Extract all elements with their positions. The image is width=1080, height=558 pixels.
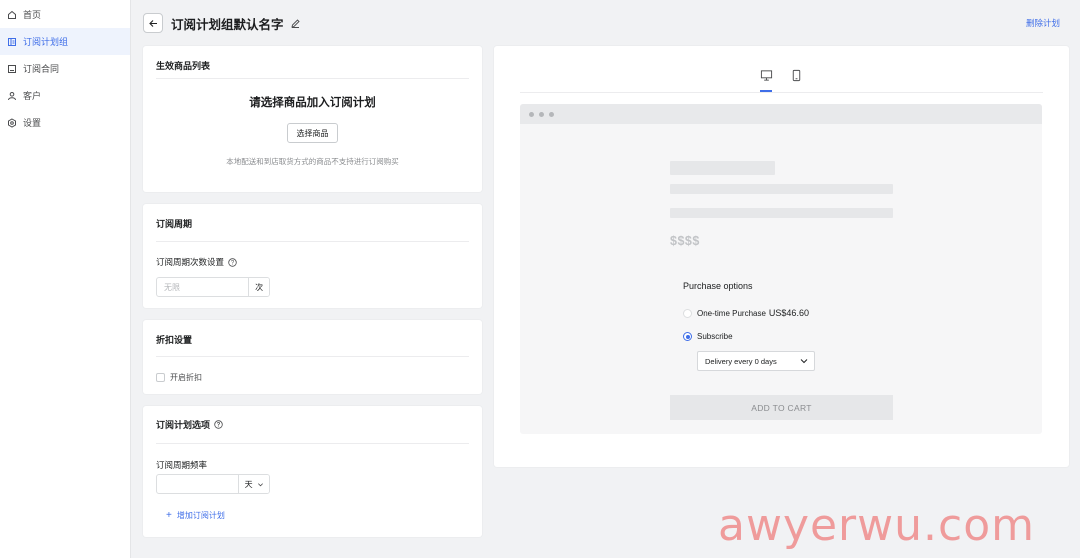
one-time-purchase-option[interactable]: One-time Purchase US$46.60 [683,308,809,318]
page-title: 订阅计划组默认名字 [171,17,284,32]
help-icon[interactable]: ? [214,420,223,429]
cycle-count-field-label: 订阅周期次数设置 ? [156,256,237,268]
window-dot [539,111,544,117]
card-title: 订阅周期 [156,219,193,229]
subscribe-radio[interactable] [683,332,692,341]
purchase-options-title: Purchase options [683,281,753,291]
page-header: 订阅计划组默认名字 删除计划 [143,11,1068,35]
sidebar-item-label: 订阅计划组 [23,37,69,47]
subscribe-option[interactable]: Subscribe [683,332,733,341]
desktop-icon [760,69,772,81]
divider [156,241,469,242]
select-products-button[interactable]: 选择商品 [287,123,338,143]
discount-card: 折扣设置 开启折扣 [143,320,482,394]
chevron-down-icon [257,482,263,486]
price-placeholder: $$$$ [670,234,700,248]
plus-icon: + [166,510,172,521]
arrow-left-icon [148,19,157,27]
delete-plan-link[interactable]: 删除计划 [1026,17,1060,29]
frequency-unit-select[interactable]: 天 [238,475,269,493]
skeleton-title [670,161,775,175]
one-time-price: US$46.60 [768,308,809,318]
skeleton-line [670,184,893,194]
sidebar-item-customers[interactable]: 客户 [0,82,130,109]
one-time-label: One-time Purchase [697,308,766,318]
frequency-field-label: 订阅周期频率 [156,460,208,470]
window-dot [529,111,534,117]
sidebar-item-home[interactable]: 首页 [0,1,130,28]
cycle-count-input-group: 无限 次 [156,277,270,297]
back-button[interactable] [143,13,163,33]
browser-mockup: $$$$ Purchase options One-time Purchase … [520,104,1042,434]
skeleton-line [670,208,893,218]
one-time-radio[interactable] [683,308,692,318]
contract-icon [7,64,17,74]
desktop-preview-tab[interactable] [759,68,773,82]
browser-bar [520,104,1042,124]
sidebar-item-label: 首页 [23,10,42,20]
edit-icon[interactable] [290,18,301,29]
help-icon[interactable]: ? [228,257,237,267]
watermark: awyerwu.com [718,500,1035,551]
field-label-text: 订阅周期次数设置 [156,257,225,267]
sidebar-item-label: 客户 [23,91,42,101]
delivery-value: Delivery every 0 days [705,356,777,366]
sidebar: 首页 订阅计划组 订阅合同 客户 设置 [0,0,131,558]
plan-options-card: 订阅计划选项 ? 订阅周期频率 天 + 增加订阅计划 [143,406,482,537]
sidebar-item-settings[interactable]: 设置 [0,109,130,136]
divider [156,78,469,79]
frequency-input[interactable] [157,475,238,493]
sidebar-item-label: 订阅合同 [23,64,60,74]
divider [520,92,1043,93]
sidebar-item-contracts[interactable]: 订阅合同 [0,55,130,82]
divider [156,356,469,357]
plan-group-icon [7,37,17,47]
card-title: 折扣设置 [156,335,193,345]
add-plan-label: 增加订阅计划 [176,511,225,520]
sidebar-item-label: 设置 [23,118,42,128]
preview-panel: $$$$ Purchase options One-time Purchase … [494,46,1069,467]
card-title-row: 订阅计划选项 ? [156,418,223,431]
enable-discount-checkbox[interactable] [156,373,165,382]
subscribe-label: Subscribe [697,332,733,341]
checkbox-label: 开启折扣 [170,373,202,382]
card-title: 生效商品列表 [156,61,211,71]
user-icon [7,91,17,101]
cycle-card: 订阅周期 订阅周期次数设置 ? 无限 次 [143,204,482,308]
settings-icon [7,117,17,128]
empty-state-note: 本地配送和到店取货方式的商品不支持进行订阅购买 [226,157,399,166]
sidebar-item-plan-groups[interactable]: 订阅计划组 [0,28,130,55]
chevron-down-icon [800,359,808,364]
cycle-count-input[interactable]: 无限 [157,278,248,296]
enable-discount-row[interactable]: 开启折扣 [156,372,202,383]
mobile-icon [792,69,800,81]
divider [156,443,469,444]
frequency-input-group: 天 [156,474,270,494]
mobile-preview-tab[interactable] [789,68,803,82]
products-card: 生效商品列表 请选择商品加入订阅计划 选择商品 本地配送和到店取货方式的商品不支… [143,46,482,192]
cycle-count-suffix: 次 [248,278,269,296]
delivery-frequency-select[interactable]: Delivery every 0 days [697,351,815,371]
unit-value: 天 [244,479,253,489]
device-tabs [494,68,1069,92]
svg-text:?: ? [217,423,221,429]
add-to-cart-button[interactable]: ADD TO CART [670,395,893,420]
empty-state-title: 请选择商品加入订阅计划 [249,97,376,109]
add-plan-button[interactable]: + 增加订阅计划 [166,510,225,521]
window-dot [549,111,554,117]
card-title: 订阅计划选项 [156,420,211,430]
home-icon [7,10,17,20]
